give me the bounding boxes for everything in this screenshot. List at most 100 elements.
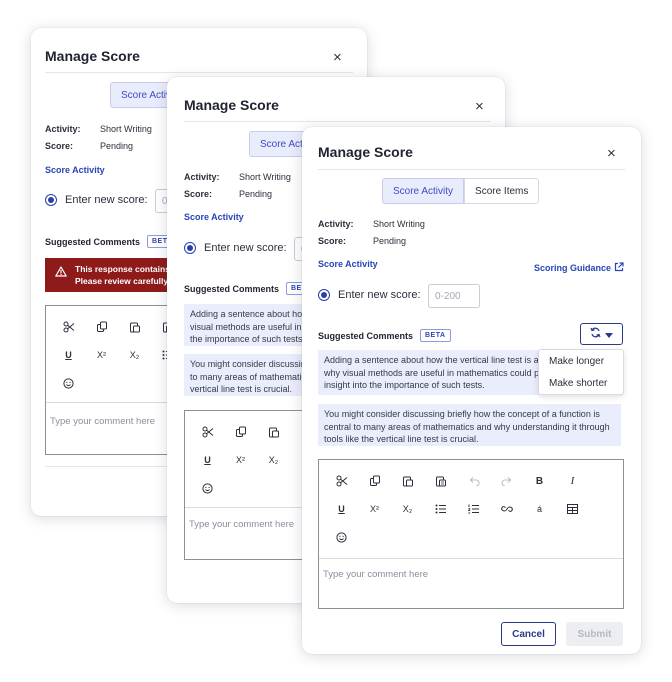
beta-badge: BETA: [420, 329, 451, 342]
italic-icon[interactable]: I: [556, 470, 589, 492]
enter-score-label: Enter new score:: [338, 289, 421, 301]
close-icon[interactable]: ×: [333, 50, 342, 65]
comment-placeholder[interactable]: Type your comment here: [189, 519, 294, 530]
regenerate-dropdown-button[interactable]: [580, 323, 623, 345]
manage-score-dialog-front: Manage Score × Score Activity Score Item…: [302, 127, 641, 654]
subscript-icon[interactable]: X₂: [118, 344, 151, 366]
score-activity-link[interactable]: Score Activity: [45, 165, 105, 175]
dialog-title: Manage Score: [184, 97, 279, 113]
editor-toolbar-row-2: U X² X₂: [52, 344, 184, 366]
activity-row: Activity: Short Writing: [45, 124, 152, 134]
enter-score-label: Enter new score:: [204, 242, 287, 254]
bulleted-list-icon[interactable]: [424, 498, 457, 520]
menu-item-make-shorter[interactable]: Make shorter: [539, 372, 623, 394]
copy-icon[interactable]: [224, 421, 257, 443]
paste-icon[interactable]: [118, 316, 151, 338]
score-row: Score: Pending: [184, 189, 272, 199]
emoji-icon[interactable]: [52, 372, 85, 394]
caret-down-icon: [605, 325, 613, 343]
paste-icon[interactable]: [257, 421, 290, 443]
score-input[interactable]: [428, 284, 480, 308]
enter-score-radio[interactable]: [45, 194, 57, 206]
superscript-icon[interactable]: X²: [358, 498, 391, 520]
subscript-icon[interactable]: X₂: [257, 449, 290, 471]
score-value: Pending: [100, 141, 134, 151]
suggestion-card-2[interactable]: You might consider discussing briefly ho…: [318, 404, 621, 446]
close-icon[interactable]: ×: [475, 99, 484, 114]
undo-icon[interactable]: [457, 470, 490, 492]
link-icon[interactable]: [490, 498, 523, 520]
tab-score-items[interactable]: Score Items: [464, 178, 540, 204]
title-divider: [318, 169, 625, 170]
close-icon[interactable]: ×: [607, 146, 616, 161]
subscript-icon[interactable]: X₂: [391, 498, 424, 520]
score-row: Score: Pending: [318, 236, 406, 246]
editor-separator: [319, 558, 623, 559]
editor-toolbar-row-1: B I: [325, 470, 589, 492]
numbered-list-icon[interactable]: [457, 498, 490, 520]
score-activity-link[interactable]: Score Activity: [318, 259, 378, 269]
scoring-guidance-link[interactable]: Scoring Guidance: [534, 262, 624, 274]
comment-placeholder[interactable]: Type your comment here: [50, 416, 155, 427]
score-key: Score:: [184, 189, 213, 199]
suggested-comments-label: Suggested Comments: [45, 237, 141, 247]
underline-icon[interactable]: U: [191, 449, 224, 471]
paste-icon[interactable]: [391, 470, 424, 492]
activity-key: Activity:: [45, 124, 81, 134]
score-key: Score:: [45, 141, 74, 151]
editor-toolbar-row-3: [191, 477, 224, 499]
submit-button[interactable]: Submit: [566, 622, 623, 646]
table-icon[interactable]: [556, 498, 589, 520]
enter-score-label: Enter new score:: [65, 194, 148, 206]
special-character-icon[interactable]: á: [523, 498, 556, 520]
superscript-icon[interactable]: X²: [224, 449, 257, 471]
editor-toolbar-row-1: [52, 316, 184, 338]
editor-toolbar-row-2: U X² X₂ á: [325, 498, 589, 520]
underline-icon[interactable]: U: [52, 344, 85, 366]
score-activity-link[interactable]: Score Activity: [184, 212, 244, 222]
activity-row: Activity: Short Writing: [318, 219, 425, 229]
emoji-icon[interactable]: [325, 526, 358, 548]
score-value: Pending: [239, 189, 273, 199]
score-key: Score:: [318, 236, 347, 246]
title-divider: [184, 121, 491, 122]
emoji-icon[interactable]: [191, 477, 224, 499]
scoring-guidance-label: Scoring Guidance: [534, 263, 612, 273]
regenerate-menu: Make longer Make shorter: [538, 349, 624, 395]
copy-icon[interactable]: [358, 470, 391, 492]
enter-score-radio[interactable]: [318, 289, 330, 301]
editor-toolbar-row-2: U X² X₂: [191, 449, 290, 471]
scissors-icon[interactable]: [191, 421, 224, 443]
dialog-title: Manage Score: [45, 48, 140, 64]
scissors-icon[interactable]: [325, 470, 358, 492]
superscript-icon[interactable]: X²: [85, 344, 118, 366]
tab-score-activity[interactable]: Score Activity: [382, 178, 465, 204]
activity-key: Activity:: [184, 172, 220, 182]
editor-toolbar-row-3: [325, 526, 358, 548]
comment-placeholder[interactable]: Type your comment here: [323, 569, 428, 580]
activity-value: Short Writing: [239, 172, 291, 182]
suggested-comments-label: Suggested Comments: [184, 284, 280, 294]
activity-value: Short Writing: [100, 124, 152, 134]
score-row: Score: Pending: [45, 141, 133, 151]
cancel-button[interactable]: Cancel: [501, 622, 556, 646]
editor-toolbar-row-3: [52, 372, 85, 394]
dialog-title: Manage Score: [318, 144, 413, 160]
refresh-icon: [590, 325, 601, 343]
underline-icon[interactable]: U: [325, 498, 358, 520]
activity-key: Activity:: [318, 219, 354, 229]
bold-icon[interactable]: B: [523, 470, 556, 492]
copy-icon[interactable]: [85, 316, 118, 338]
activity-value: Short Writing: [373, 219, 425, 229]
scissors-icon[interactable]: [52, 316, 85, 338]
warning-icon: [55, 266, 67, 280]
enter-score-radio[interactable]: [184, 242, 196, 254]
menu-item-make-longer[interactable]: Make longer: [539, 350, 623, 372]
comment-editor: B I U X² X₂ á Type your comment here: [318, 459, 624, 609]
redo-icon[interactable]: [490, 470, 523, 492]
activity-row: Activity: Short Writing: [184, 172, 291, 182]
external-link-icon: [614, 262, 624, 274]
score-value: Pending: [373, 236, 407, 246]
paste-text-icon[interactable]: [424, 470, 457, 492]
tab-group: Score Activity Score Items: [382, 178, 540, 204]
